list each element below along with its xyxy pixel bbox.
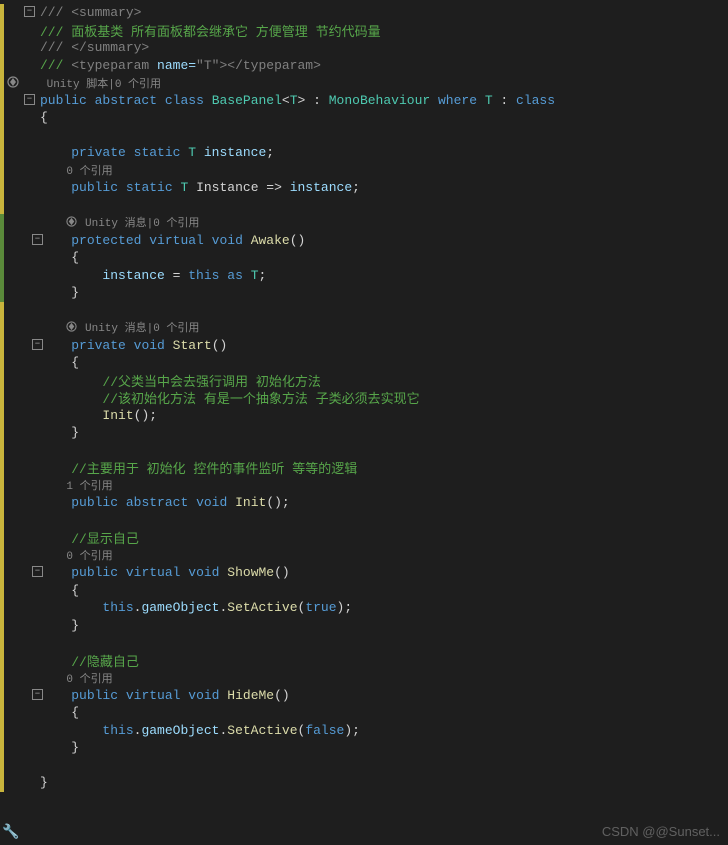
xml-tag: <typeparam bbox=[71, 58, 149, 73]
xml-doc-comment: /// 面板基类 所有面板都会继承它 方便管理 节约代码量 bbox=[40, 25, 381, 40]
codelens-line[interactable]: 0 个引用 bbox=[0, 669, 728, 687]
code-line[interactable]: //显示自己 bbox=[0, 529, 728, 547]
code-line[interactable]: { bbox=[0, 109, 728, 127]
code-line[interactable]: { bbox=[0, 354, 728, 372]
codelens-line[interactable]: 0 个引用 bbox=[0, 547, 728, 565]
watermark-text: CSDN @@Sunset... bbox=[602, 824, 720, 839]
code-line[interactable]: this.gameObject.SetActive(false); bbox=[0, 722, 728, 740]
code-line[interactable]: − private void Start() bbox=[0, 337, 728, 355]
code-line[interactable]: //隐藏自己 bbox=[0, 652, 728, 670]
code-line[interactable]: public abstract void Init(); bbox=[0, 494, 728, 512]
code-line[interactable]: instance = this as T; bbox=[0, 267, 728, 285]
fold-icon[interactable]: − bbox=[32, 339, 43, 350]
codelens-refs[interactable]: 0 个引用 bbox=[66, 551, 112, 563]
fold-icon[interactable]: − bbox=[24, 94, 35, 105]
code-line[interactable]: { bbox=[0, 704, 728, 722]
quick-actions-icon[interactable]: 🔧 bbox=[2, 824, 19, 841]
codelens-line[interactable]: Unity 脚本|0 个引用 bbox=[0, 74, 728, 92]
code-line[interactable] bbox=[0, 634, 728, 652]
code-editor[interactable]: − /// <summary> /// 面板基类 所有面板都会继承它 方便管理 … bbox=[0, 0, 728, 792]
xml-attr-val: "T" bbox=[196, 58, 219, 73]
xml-tag-close: </typeparam> bbox=[227, 58, 321, 73]
code-line[interactable]: Init(); bbox=[0, 407, 728, 425]
code-line[interactable] bbox=[0, 302, 728, 320]
code-line[interactable] bbox=[0, 127, 728, 145]
xml-attr: name= bbox=[149, 58, 196, 73]
fold-icon[interactable]: − bbox=[32, 689, 43, 700]
codelens-refs[interactable]: 1 个引用 bbox=[66, 481, 112, 493]
fold-icon[interactable]: − bbox=[32, 566, 43, 577]
code-line[interactable]: //主要用于 初始化 控件的事件监听 等等的逻辑 bbox=[0, 459, 728, 477]
codelens-line[interactable]: 1 个引用 bbox=[0, 477, 728, 495]
codelens-line[interactable]: 0 个引用 bbox=[0, 162, 728, 180]
code-line[interactable]: private static T instance; bbox=[0, 144, 728, 162]
code-line[interactable]: { bbox=[0, 582, 728, 600]
code-line[interactable] bbox=[0, 512, 728, 530]
xml-doc-prefix: /// bbox=[40, 58, 71, 73]
codelens-line[interactable]: Unity 消息|0 个引用 bbox=[0, 319, 728, 337]
code-line[interactable]: } bbox=[0, 284, 728, 302]
code-line[interactable]: − public abstract class BasePanel<T> : M… bbox=[0, 92, 728, 110]
code-line[interactable]: //该初始化方法 有是一个抽象方法 子类必须去实现它 bbox=[0, 389, 728, 407]
codelens-refs[interactable]: 0 个引用 bbox=[66, 674, 112, 686]
code-line[interactable]: /// </summary> bbox=[0, 39, 728, 57]
gutter[interactable]: − bbox=[0, 4, 40, 22]
code-line[interactable]: } bbox=[0, 424, 728, 442]
fold-icon[interactable]: − bbox=[24, 6, 35, 17]
code-line[interactable]: − public virtual void HideMe() bbox=[0, 687, 728, 705]
code-line[interactable]: − public virtual void ShowMe() bbox=[0, 564, 728, 582]
code-line[interactable] bbox=[0, 757, 728, 775]
unity-glyph-icon bbox=[66, 216, 78, 231]
xml-doc-comment: /// </summary> bbox=[40, 40, 149, 55]
codelens-unity[interactable]: Unity 脚本 bbox=[40, 79, 108, 91]
code-line[interactable]: /// 面板基类 所有面板都会继承它 方便管理 节约代码量 bbox=[0, 22, 728, 40]
code-line[interactable] bbox=[0, 197, 728, 215]
codelens-refs[interactable]: 0 个引用 bbox=[66, 166, 112, 178]
code-line[interactable]: this.gameObject.SetActive(true); bbox=[0, 599, 728, 617]
codelens-refs[interactable]: 0 个引用 bbox=[153, 218, 199, 230]
code-line[interactable]: } bbox=[0, 774, 728, 792]
fold-icon[interactable]: − bbox=[32, 234, 43, 245]
codelens-refs[interactable]: 0 个引用 bbox=[153, 323, 199, 335]
unity-glyph-icon bbox=[66, 321, 78, 336]
codelens-refs[interactable]: 0 个引用 bbox=[115, 79, 161, 91]
class-name: BasePanel bbox=[212, 93, 282, 108]
code-line[interactable]: − /// <summary> bbox=[0, 4, 728, 22]
method-name: Awake bbox=[251, 233, 290, 248]
code-line[interactable]: public static T Instance => instance; bbox=[0, 179, 728, 197]
code-line[interactable]: − protected virtual void Awake() bbox=[0, 232, 728, 250]
code-line[interactable]: } bbox=[0, 739, 728, 757]
xml-doc-comment: /// <summary> bbox=[40, 5, 141, 20]
code-line[interactable]: } bbox=[0, 617, 728, 635]
code-line[interactable]: { bbox=[0, 249, 728, 267]
code-line[interactable]: //父类当中会去强行调用 初始化方法 bbox=[0, 372, 728, 390]
codelens-line[interactable]: Unity 消息|0 个引用 bbox=[0, 214, 728, 232]
code-line[interactable]: /// <typeparam name="T"></typeparam> bbox=[0, 57, 728, 75]
unity-glyph-icon bbox=[6, 75, 20, 89]
code-line[interactable] bbox=[0, 442, 728, 460]
